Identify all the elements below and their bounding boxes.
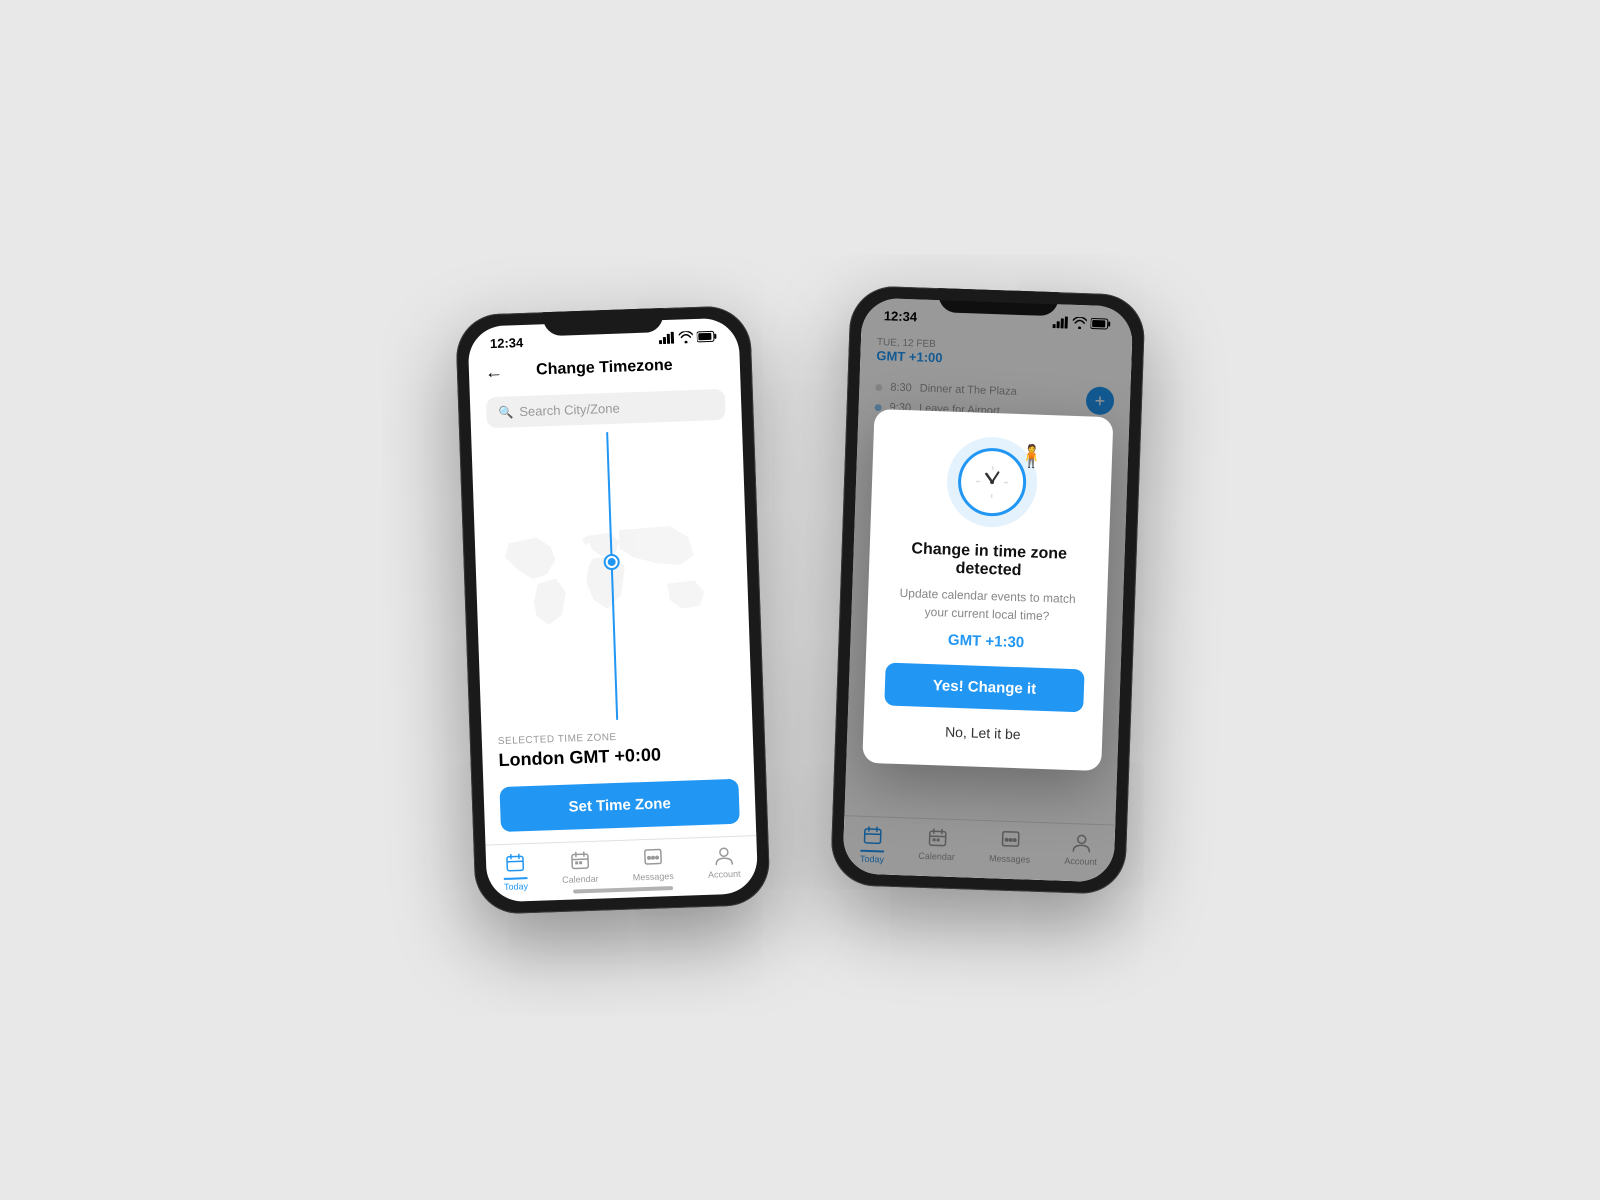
world-map[interactable]	[471, 427, 752, 724]
notch	[542, 308, 663, 336]
status-icons-1	[659, 330, 717, 344]
page-title-1: Change Timezone	[536, 357, 673, 380]
selected-zone-value: London GMT +0:00	[498, 742, 738, 771]
modal-title: Change in time zone detected	[889, 540, 1089, 583]
clock-illustration: 🧍	[945, 436, 1038, 529]
back-button[interactable]: ←	[485, 361, 504, 383]
person-illustration: 🧍	[1018, 443, 1046, 470]
phone-2-screen: 12:34	[842, 297, 1133, 882]
signal-icon	[659, 331, 675, 344]
clock-inner	[956, 447, 1026, 517]
search-icon: 🔍	[498, 405, 513, 420]
calendar-icon	[567, 848, 592, 873]
cancel-change-button[interactable]: No, Let it be	[883, 715, 1083, 750]
set-timezone-button[interactable]: Set Time Zone	[499, 779, 739, 832]
timezone-change-modal: 🧍 Change in time zone detected Update ca…	[862, 409, 1113, 771]
selected-zone: SELECTED TIME ZONE London GMT +0:00	[481, 715, 754, 779]
tab-today-1[interactable]: Today	[503, 850, 528, 892]
modal-gmt-value: GMT +1:30	[886, 630, 1085, 654]
clock-face-svg	[971, 461, 1012, 502]
wifi-icon	[679, 331, 693, 343]
phone-1-screen: 12:34	[467, 317, 758, 902]
tab-account-label-1: Account	[708, 869, 741, 880]
search-placeholder: Search City/Zone	[519, 401, 620, 419]
tab-account-1[interactable]: Account	[707, 843, 741, 885]
tab-calendar-label-1: Calendar	[562, 874, 599, 885]
phone-1: 12:34	[455, 305, 771, 915]
tab-today-active-line	[504, 877, 528, 880]
phone-2: 12:34	[830, 285, 1146, 895]
confirm-change-button[interactable]: Yes! Change it	[884, 662, 1084, 712]
tab-calendar-1[interactable]: Calendar	[561, 848, 599, 890]
modal-description: Update calendar events to match your cur…	[887, 584, 1087, 627]
today-icon	[503, 850, 528, 875]
status-time-1: 12:34	[490, 335, 524, 351]
tab-today-label-1: Today	[504, 881, 528, 892]
tab-messages-label-1: Messages	[633, 871, 674, 882]
modal-overlay: 🧍 Change in time zone detected Update ca…	[842, 297, 1133, 882]
account-icon-1	[711, 843, 736, 868]
messages-icon	[640, 845, 665, 870]
tab-messages-1[interactable]: Messages	[632, 845, 674, 887]
search-bar[interactable]: 🔍 Search City/Zone	[486, 389, 726, 428]
battery-icon	[697, 330, 717, 343]
tab-bar-1: Today Calendar	[485, 835, 758, 902]
